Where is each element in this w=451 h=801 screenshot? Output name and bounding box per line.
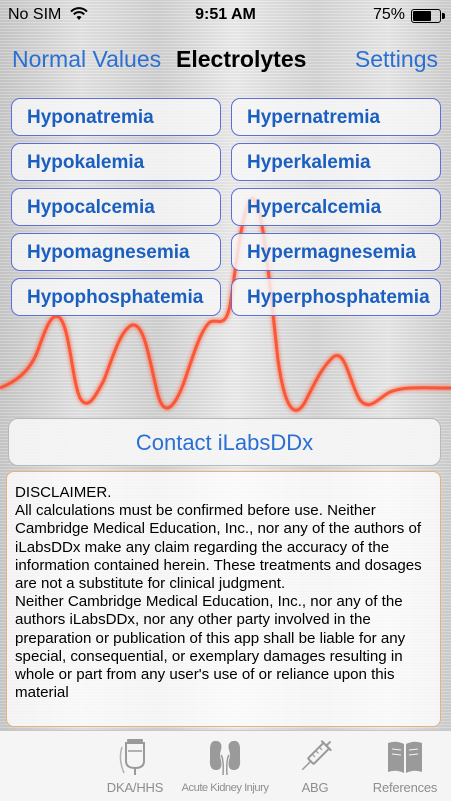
- tab-label: ABG: [301, 780, 329, 795]
- battery-fill: [413, 11, 431, 21]
- hypomagnesemia-button[interactable]: Hypomagnesemia: [11, 233, 221, 271]
- tab-abg[interactable]: ABG: [270, 731, 360, 801]
- syringe-icon: [301, 740, 332, 771]
- page-title: Electrolytes: [176, 46, 307, 72]
- tab-bar: DKA/HHS Acute Kidney Injury ABG Referenc…: [0, 730, 451, 801]
- tab-references[interactable]: References: [360, 731, 450, 801]
- hyperkalemia-button[interactable]: Hyperkalemia: [231, 143, 441, 181]
- hyponatremia-button[interactable]: Hyponatremia: [11, 98, 221, 136]
- book-icon: [388, 741, 422, 773]
- tab-acute-kidney-injury[interactable]: Acute Kidney Injury: [180, 731, 270, 801]
- hyperphosphatemia-button[interactable]: Hyperphosphatemia: [231, 278, 441, 316]
- hypophosphatemia-button[interactable]: Hypophosphatemia: [11, 278, 221, 316]
- iv-bag-icon: [119, 739, 145, 775]
- hypocalcemia-button[interactable]: Hypocalcemia: [11, 188, 221, 226]
- contact-button[interactable]: Contact iLabsDDx: [8, 418, 441, 466]
- tab-label: Acute Kidney Injury: [181, 782, 269, 794]
- tab-blank[interactable]: [0, 731, 90, 801]
- hypokalemia-button[interactable]: Hypokalemia: [11, 143, 221, 181]
- battery-percentage: 75%: [372, 6, 405, 23]
- battery-icon: [411, 9, 445, 23]
- kidneys-icon: [209, 740, 241, 776]
- disclaimer-paragraph-1: All calculations must be confirmed befor…: [15, 502, 422, 593]
- tab-label: References: [372, 780, 438, 795]
- tab-dka-hhs[interactable]: DKA/HHS: [90, 731, 180, 801]
- hypermagnesemia-button[interactable]: Hypermagnesemia: [231, 233, 441, 271]
- navigation-bar: Normal Values Electrolytes Settings: [0, 38, 451, 84]
- status-bar: No SIM 9:51 AM 75%: [0, 0, 451, 30]
- disclaimer-text-box[interactable]: DISCLAIMER. All calculations must be con…: [6, 471, 441, 727]
- tab-label: DKA/HHS: [106, 780, 164, 795]
- disclaimer-heading: DISCLAIMER.: [15, 484, 112, 501]
- hypercalcemia-button[interactable]: Hypercalcemia: [231, 188, 441, 226]
- normal-values-button[interactable]: Normal Values: [12, 46, 161, 73]
- settings-button[interactable]: Settings: [355, 46, 438, 73]
- disclaimer-paragraph-2: Neither Cambridge Medical Education, Inc…: [15, 593, 406, 702]
- hypernatremia-button[interactable]: Hypernatremia: [231, 98, 441, 136]
